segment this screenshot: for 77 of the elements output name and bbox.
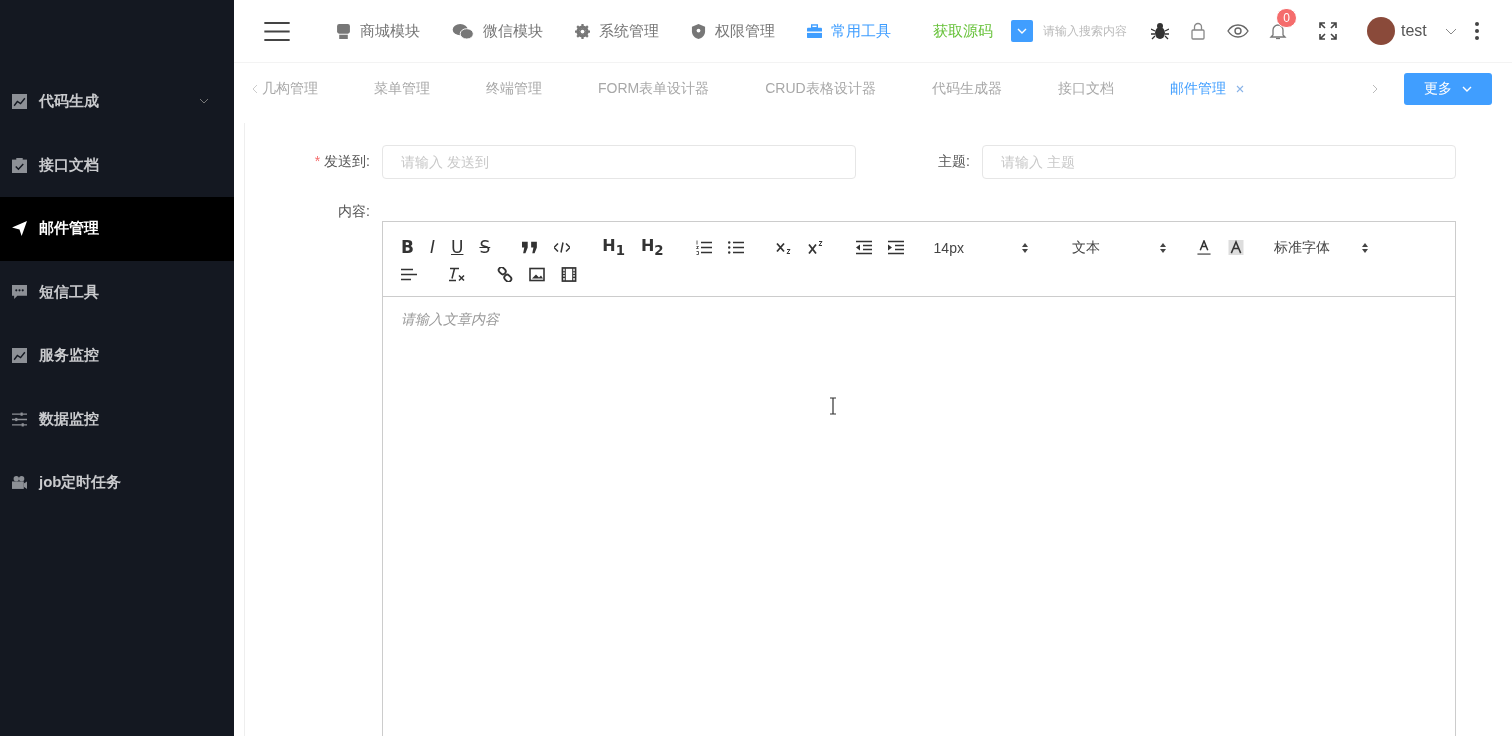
field-label: 主题: [938, 153, 970, 171]
avatar-icon[interactable] [1367, 17, 1395, 45]
sidebar-label: job定时任务 [39, 473, 122, 493]
nav-item[interactable]: 微信模块 [452, 21, 543, 41]
italic-button[interactable]: I [429, 239, 435, 256]
text-color-icon[interactable] [1195, 240, 1212, 255]
search-field[interactable]: 请输入搜索内容 [1041, 23, 1133, 39]
camera-icon [12, 475, 27, 491]
strike-button[interactable]: S [479, 239, 491, 256]
sidebar-label: 代码生成 [39, 92, 99, 112]
user-name[interactable]: test [1401, 22, 1427, 40]
highlight-icon[interactable] [1227, 240, 1244, 255]
quote-icon[interactable] [522, 240, 539, 255]
image-icon[interactable] [529, 267, 545, 282]
lock-icon[interactable] [1189, 22, 1207, 40]
nav-item[interactable]: 商城模块 [336, 21, 420, 41]
outdent-icon[interactable] [855, 240, 872, 255]
chevron-down-icon [1462, 86, 1472, 92]
align-left-icon[interactable] [401, 267, 417, 282]
link-icon[interactable] [497, 267, 513, 282]
chat-bubbles-icon [452, 23, 474, 39]
bold-button[interactable]: B [401, 239, 414, 256]
sidebar-item[interactable]: 接口文档 [0, 133, 234, 197]
sidebar-item[interactable]: 邮件管理 [0, 197, 234, 261]
fullscreen-icon[interactable] [1319, 22, 1337, 40]
shield-icon [691, 23, 706, 39]
field-label: 内容: [337, 203, 371, 221]
eye-icon[interactable] [1227, 22, 1249, 40]
bell-icon[interactable] [1269, 22, 1287, 40]
chevron-down-icon[interactable] [1444, 27, 1457, 35]
picker[interactable]: 文本 [1071, 238, 1166, 257]
video-icon[interactable] [561, 267, 577, 282]
bug-icon[interactable] [1151, 22, 1169, 40]
chevron-down-icon [1017, 28, 1027, 34]
field-label: 发送到: [324, 153, 370, 171]
picker[interactable]: 14px [933, 239, 1028, 256]
required-mark: * [314, 153, 321, 171]
toolbox-icon [807, 23, 822, 39]
bullet-list-icon[interactable] [727, 240, 744, 255]
store-icon [336, 23, 351, 39]
sidebar-item[interactable]: 代码生成 [0, 70, 234, 134]
heading-button[interactable]: H$_{2}$ [640, 237, 664, 258]
heading-button[interactable]: H$_{1}$ [602, 237, 625, 258]
ordered-list-icon[interactable] [695, 240, 712, 255]
indent-icon[interactable] [887, 240, 904, 255]
sidebar-item[interactable]: 服务监控 [0, 324, 234, 388]
chart-icon [12, 348, 27, 364]
clear-format-icon[interactable] [449, 267, 465, 282]
notification-badge: 0 [1276, 8, 1297, 28]
picker[interactable]: 标准字体 [1273, 238, 1368, 257]
sidebar-item[interactable]: 短信工具 [0, 260, 234, 324]
gear-icon [575, 23, 590, 39]
sidebar-label: 短信工具 [39, 282, 99, 302]
underline-button[interactable]: U [451, 239, 464, 256]
sidebar-label: 接口文档 [39, 155, 99, 175]
subscript-icon[interactable] [775, 240, 792, 255]
paper-plane-icon [12, 221, 27, 237]
nav-item[interactable]: 权限管理 [691, 21, 775, 41]
clipboard-icon [12, 157, 27, 173]
code-icon[interactable] [554, 240, 571, 255]
sidebar-label: 邮件管理 [39, 219, 99, 239]
sidebar-item[interactable]: job定时任务 [0, 451, 234, 515]
updown-icon [1021, 242, 1028, 253]
chevron-down-icon [199, 98, 209, 104]
menu-icon[interactable] [264, 21, 290, 41]
sidebar-item[interactable]: 数据监控 [0, 387, 234, 451]
superscript-icon[interactable] [807, 240, 824, 255]
updown-icon [1159, 242, 1166, 253]
sidebar-label: 数据监控 [39, 409, 99, 429]
chat-icon [12, 284, 27, 300]
text-cursor-icon [829, 397, 837, 415]
chart-icon [12, 94, 27, 110]
more-icon[interactable] [1474, 22, 1479, 40]
sidebar-label: 服务监控 [39, 346, 99, 366]
nav-item[interactable]: 系统管理 [575, 21, 659, 41]
updown-icon [1361, 242, 1368, 253]
sliders-icon [12, 411, 27, 427]
